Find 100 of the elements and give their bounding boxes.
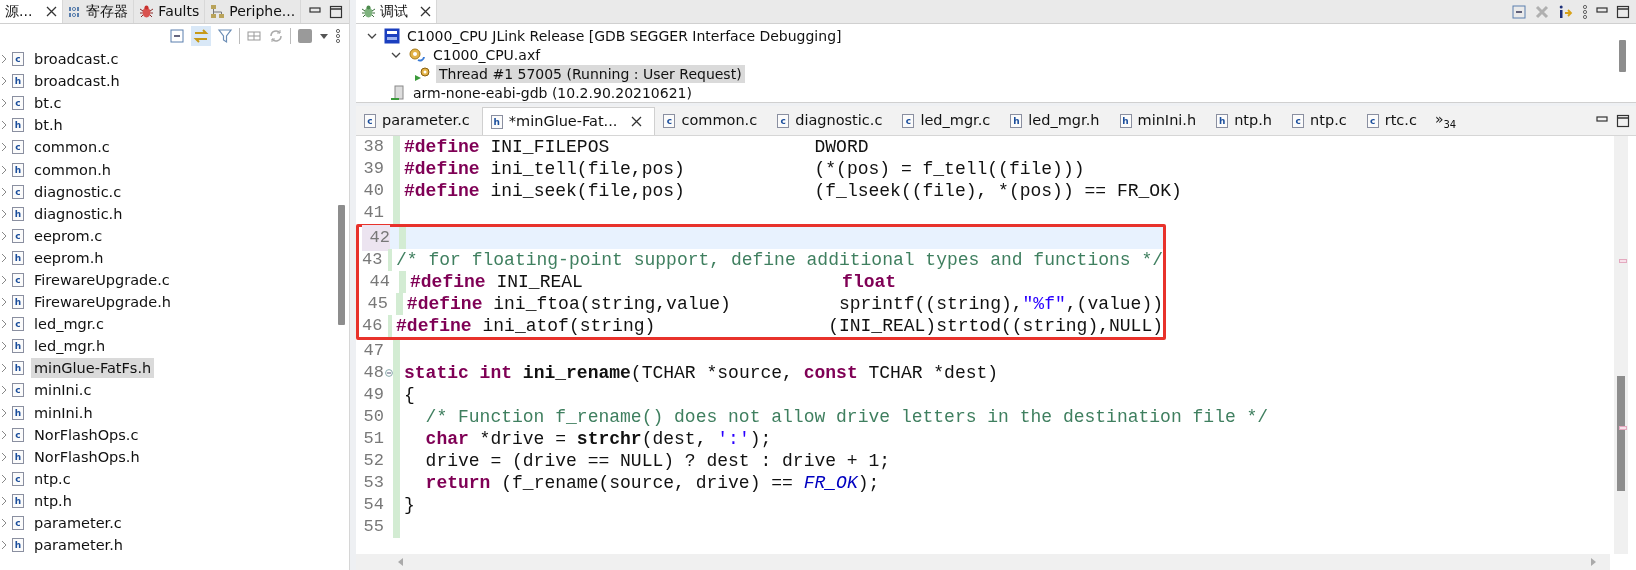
editor-tab[interactable]: h ntp.h [1208, 107, 1285, 135]
expand-icon[interactable] [0, 275, 8, 285]
file-item[interactable]: minIni.c [31, 380, 95, 401]
link-icon[interactable] [191, 26, 211, 46]
file-item[interactable]: broadcast.h [31, 71, 123, 92]
tree-item[interactable]: C1000_CPU JLink Release [GDB SEGGER Interface Debugging] [404, 26, 845, 45]
editor-tab[interactable]: h minIni.h [1111, 107, 1209, 135]
panel-tab[interactable]: 源... [0, 0, 64, 23]
expand-icon[interactable] [0, 98, 8, 109]
expand-icon[interactable] [0, 540, 8, 551]
code-line: #define ini_atof(string) (INI_REAL)strtod((string),NULL) [396, 315, 1163, 337]
expand-icon[interactable] [0, 54, 8, 65]
editor-tab[interactable]: h led_mgr.h [1002, 107, 1112, 135]
editor-tab[interactable]: c parameter.c [356, 107, 482, 135]
tree-item[interactable]: C1000_CPU.axf [430, 45, 544, 64]
info-arrow-icon[interactable] [1557, 3, 1575, 20]
bug-icon [139, 4, 155, 19]
expand-icon[interactable] [0, 186, 8, 197]
file-item[interactable]: broadcast.c [31, 49, 122, 70]
file-item[interactable]: bt.h [31, 115, 66, 136]
tree-item[interactable]: Thread #1 57005 (Running : User Request) [436, 64, 745, 83]
file-item[interactable]: diagnostic.h [31, 203, 126, 224]
file-item[interactable]: led_mgr.h [31, 336, 109, 357]
tree-item[interactable]: arm-none-eabi-gdb (10.2.90.20210621) [410, 83, 695, 102]
expand-icon[interactable] [0, 230, 8, 241]
line-number: 53 [362, 472, 384, 495]
file-item[interactable]: eeprom.c [31, 225, 106, 246]
more-icon[interactable] [1582, 3, 1588, 20]
file-item[interactable]: parameter.c [31, 513, 125, 533]
maximize-icon[interactable] [1616, 4, 1630, 19]
file-item[interactable]: bt.c [31, 93, 65, 114]
close-icon[interactable] [46, 6, 58, 17]
file-item[interactable]: NorFlashOps.h [31, 446, 143, 467]
editor-tab[interactable]: c led_mgr.c [894, 107, 1003, 135]
collapse-all-icon[interactable] [1511, 3, 1527, 20]
expand-icon[interactable] [0, 297, 8, 308]
editor-tab[interactable]: h *minGlue-Fat... [481, 107, 656, 135]
caret-icon[interactable] [319, 32, 329, 40]
scroll-thumb[interactable] [1619, 40, 1626, 72]
file-item[interactable]: minIni.h [31, 402, 96, 423]
file-item[interactable]: common.h [31, 159, 114, 180]
file-item[interactable]: eeprom.h [31, 247, 107, 268]
grid-icon[interactable] [246, 28, 262, 44]
expand-icon[interactable] [0, 252, 8, 263]
collapse-all-icon[interactable] [169, 28, 185, 44]
file-item[interactable]: diagnostic.c [31, 181, 125, 202]
file-icon: h [12, 538, 24, 553]
expand-icon[interactable] [0, 363, 8, 374]
file-item[interactable]: ntp.c [31, 468, 74, 489]
maximize-icon[interactable] [329, 4, 343, 19]
scroll-right-icon[interactable] [1590, 557, 1598, 567]
square-icon[interactable] [297, 28, 313, 44]
expand-icon[interactable] [0, 473, 8, 484]
close-icon[interactable] [420, 6, 431, 17]
code-line: return (f_rename(source, drive) == FR_OK); [424, 472, 880, 494]
editor-tab[interactable]: c ntp.c [1284, 107, 1359, 135]
maximize-icon[interactable] [1616, 113, 1630, 128]
expand-icon[interactable] [0, 208, 8, 219]
file-item[interactable]: minGlue-FatFs.h [31, 358, 155, 379]
expand-icon[interactable] [0, 429, 8, 440]
expand-icon[interactable] [0, 451, 8, 462]
file-item[interactable]: FirewareUpgrade.c [31, 270, 173, 290]
file-item[interactable]: led_mgr.c [31, 314, 107, 335]
editor-tab[interactable]: c common.c [655, 107, 770, 135]
expand-icon[interactable] [0, 407, 8, 418]
change-bar [399, 227, 406, 249]
file-item[interactable]: ntp.h [31, 490, 75, 511]
expand-icon[interactable] [0, 164, 8, 175]
expand-icon[interactable] [0, 495, 8, 506]
line-number: 42 [362, 225, 390, 251]
expand-icon[interactable] [0, 142, 8, 153]
scroll-thumb[interactable] [1617, 376, 1625, 491]
sync-icon[interactable] [268, 28, 284, 44]
expand-icon[interactable] [0, 76, 8, 87]
editor-tab[interactable]: c diagnostic.c [769, 107, 895, 135]
file-item[interactable]: NorFlashOps.c [31, 424, 142, 445]
editor-tab[interactable]: c rtc.c [1358, 107, 1429, 135]
file-item[interactable]: parameter.h [31, 535, 127, 556]
code-line: #define ini_ftoa(string,value) sprintf((string),"%f",(value)) [406, 293, 1163, 315]
scroll-thumb[interactable] [338, 205, 345, 325]
file-icon: c [12, 52, 24, 67]
file-item[interactable]: FirewareUpgrade.h [31, 292, 174, 313]
expand-icon[interactable] [0, 385, 8, 396]
file-item[interactable]: common.c [31, 137, 113, 158]
line-number: 55 [362, 516, 384, 539]
thread-icon [414, 65, 432, 82]
code-line: static int ini_rename(TCHAR *source, const TCHAR *dest) [404, 362, 999, 384]
filter-icon[interactable] [217, 28, 233, 44]
expand-icon[interactable] [0, 341, 8, 352]
expand-icon[interactable] [0, 120, 8, 131]
more-icon[interactable] [335, 28, 341, 44]
fold-icon[interactable] [384, 369, 393, 377]
close-icon[interactable] [631, 116, 643, 127]
expand-icon[interactable] [0, 319, 8, 330]
scroll-left-icon[interactable] [396, 557, 404, 567]
expand-icon[interactable] [0, 518, 8, 528]
panel-tab[interactable]: 调试 [356, 0, 437, 23]
remove-icon[interactable] [1534, 3, 1550, 20]
line-number: 40 [362, 180, 384, 203]
line-number: 54 [362, 494, 384, 517]
